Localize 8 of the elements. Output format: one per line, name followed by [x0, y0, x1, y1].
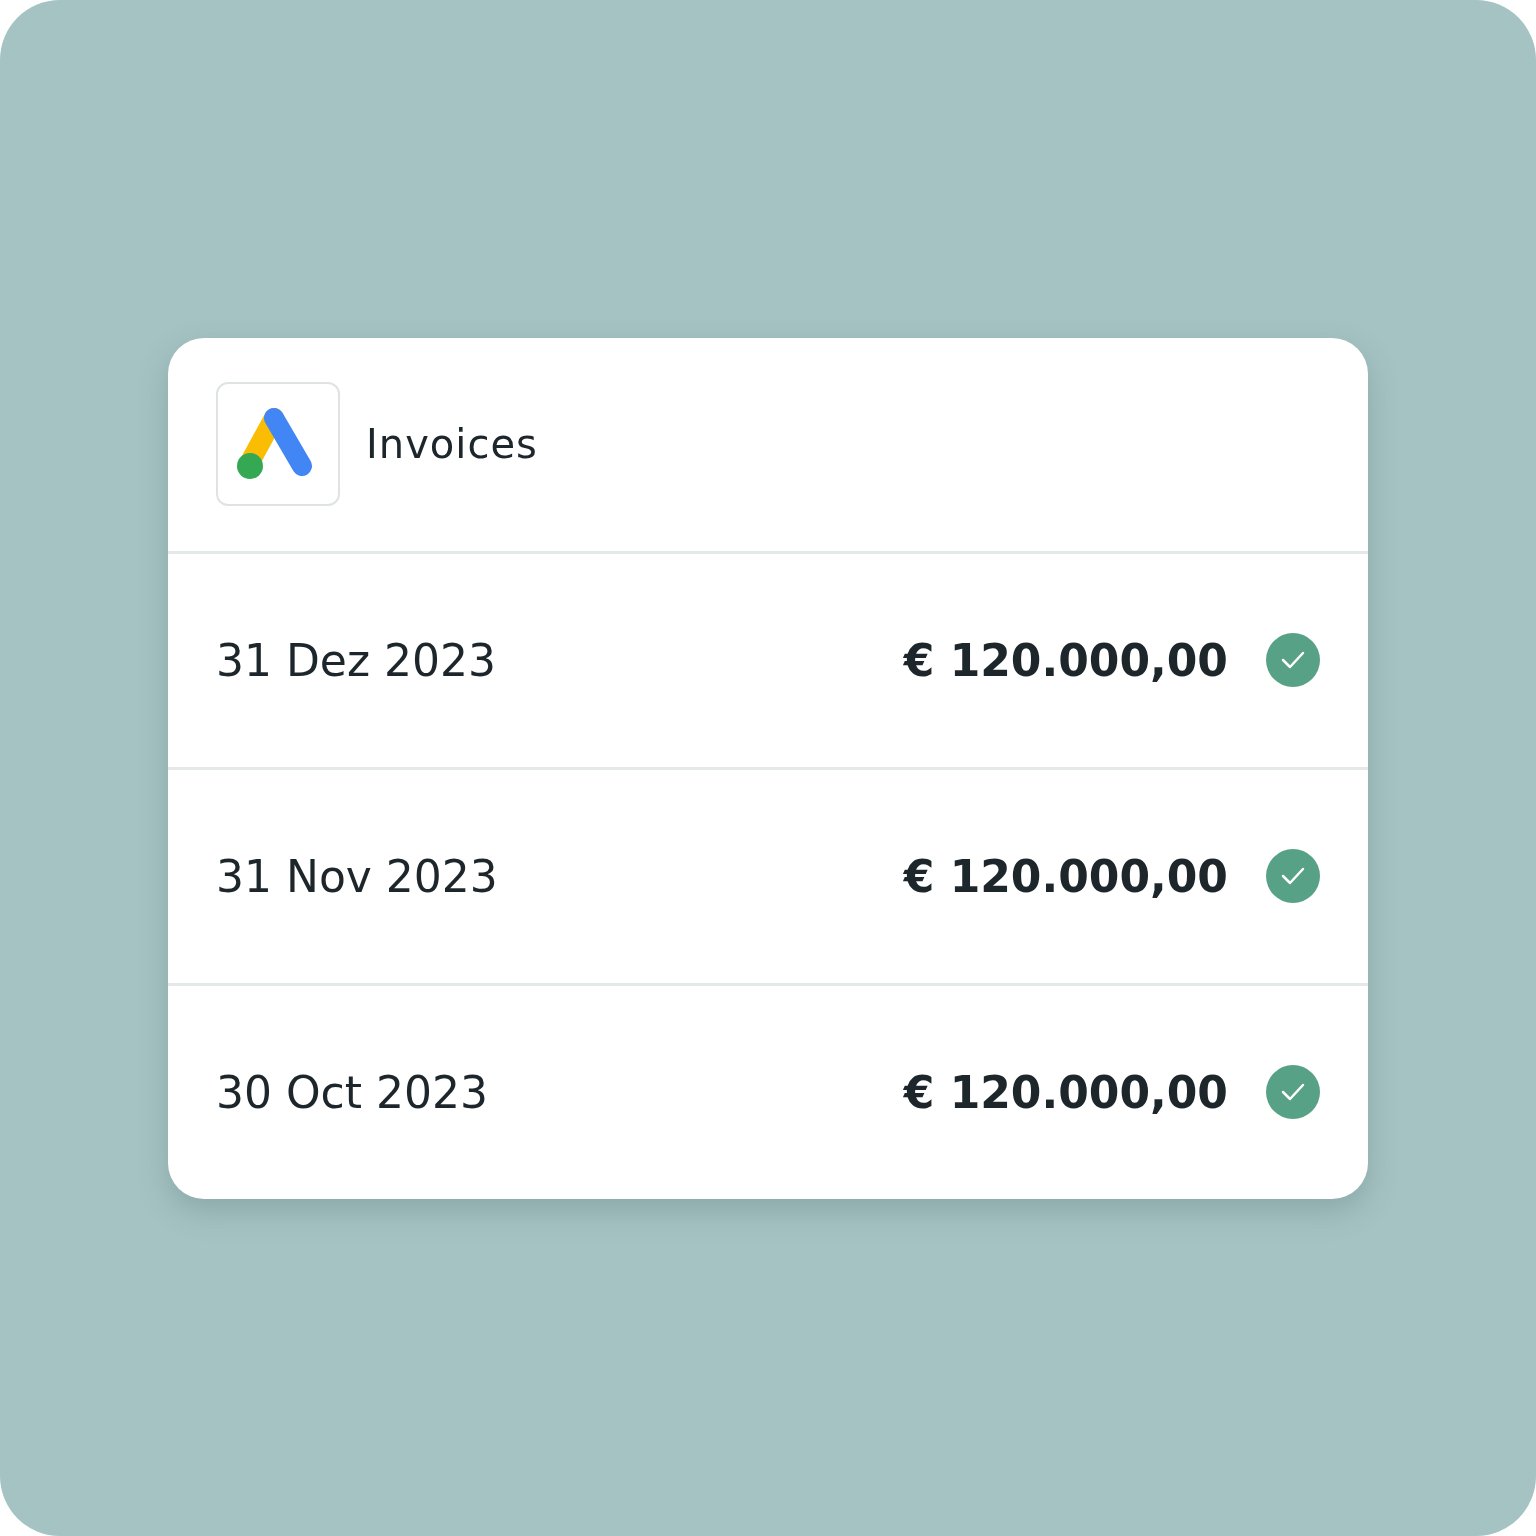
invoice-date: 30 Oct 2023	[216, 1066, 489, 1118]
invoice-amount: € 120.000,00	[903, 634, 1228, 686]
logo-icon	[216, 382, 340, 506]
invoice-date: 31 Dez 2023	[216, 634, 497, 686]
invoice-amount: € 120.000,00	[903, 850, 1228, 902]
card-title: Invoices	[366, 421, 538, 467]
invoice-amount: € 120.000,00	[903, 1066, 1228, 1118]
invoice-date: 31 Nov 2023	[216, 850, 499, 902]
